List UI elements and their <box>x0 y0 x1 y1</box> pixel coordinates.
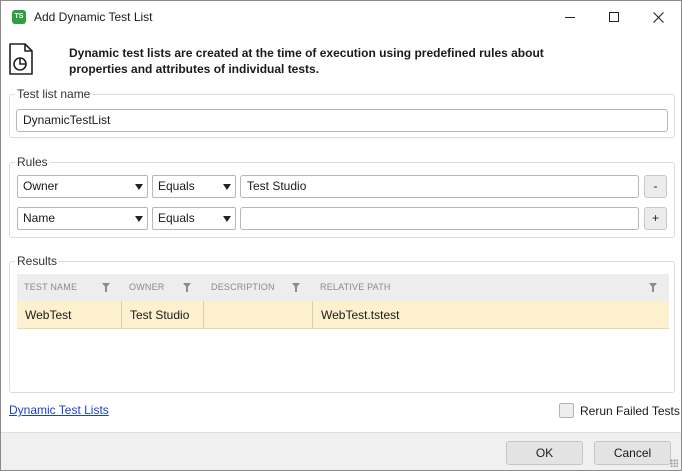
column-header-relative-path[interactable]: RELATIVE PATH <box>313 274 669 301</box>
dialog-window: TS Add Dynamic Test List Dynamic test li… <box>0 0 682 471</box>
rule-1-value-input[interactable]: Test Studio <box>240 175 639 198</box>
resize-grip-icon[interactable] <box>670 459 678 467</box>
results-group: Results TEST NAME OWNER DESCRIPTION RELA… <box>9 254 675 393</box>
filter-icon[interactable] <box>292 283 300 292</box>
window-title: Add Dynamic Test List <box>34 10 153 24</box>
dropdown-arrow-icon <box>135 184 143 190</box>
rule-2-operator-value: Equals <box>158 211 195 225</box>
test-studio-app-icon: TS <box>12 10 26 24</box>
dropdown-arrow-icon <box>223 216 231 222</box>
filter-icon[interactable] <box>183 283 191 292</box>
minimize-button[interactable] <box>547 1 593 33</box>
table-row[interactable]: WebTest Test Studio WebTest.tstest <box>17 301 669 329</box>
rules-label: Rules <box>15 155 50 169</box>
close-button[interactable] <box>635 1 681 33</box>
rule-2-value-input[interactable] <box>240 207 639 230</box>
dropdown-arrow-icon <box>223 184 231 190</box>
test-list-name-label: Test list name <box>15 87 93 101</box>
dialog-footer: OK Cancel <box>1 432 681 470</box>
close-icon <box>652 11 664 23</box>
column-header-owner[interactable]: OWNER <box>122 274 204 301</box>
rule-1-property-select[interactable]: Owner <box>17 175 148 198</box>
results-label: Results <box>15 254 60 268</box>
cell-relative-path: WebTest.tstest <box>321 308 400 322</box>
rerun-failed-tests-checkbox[interactable] <box>559 403 574 418</box>
minimize-icon <box>565 16 575 18</box>
ok-button[interactable]: OK <box>506 441 583 465</box>
test-list-name-input[interactable]: DynamicTestList <box>16 109 668 132</box>
rule-1-operator-value: Equals <box>158 179 195 193</box>
dynamic-test-lists-help-link[interactable]: Dynamic Test Lists <box>9 403 109 417</box>
rules-group: Rules Owner Equals Test Studio - Name Eq… <box>9 155 675 238</box>
rule-2-operator-select[interactable]: Equals <box>152 207 236 230</box>
maximize-button[interactable] <box>591 1 637 33</box>
cell-owner: Test Studio <box>122 301 204 329</box>
dropdown-arrow-icon <box>135 216 143 222</box>
cell-description <box>204 301 313 329</box>
rule-2-property-value: Name <box>23 211 56 225</box>
rule-2-property-select[interactable]: Name <box>17 207 148 230</box>
title-bar[interactable]: TS Add Dynamic Test List <box>1 1 681 33</box>
dialog-description: Dynamic test lists are created at the ti… <box>69 46 544 76</box>
add-rule-button[interactable]: + <box>644 207 667 230</box>
filter-icon[interactable] <box>102 283 110 292</box>
maximize-icon <box>609 12 619 22</box>
cancel-button[interactable]: Cancel <box>594 441 671 465</box>
cell-test-name: WebTest <box>17 301 122 329</box>
rule-1-property-value: Owner <box>23 179 59 193</box>
results-table-header: TEST NAME OWNER DESCRIPTION RELATIVE PAT… <box>17 274 669 301</box>
filter-icon[interactable] <box>649 283 657 292</box>
test-list-name-group: Test list name DynamicTestList <box>9 87 675 138</box>
dynamic-list-document-icon <box>9 43 33 75</box>
rerun-failed-tests-label: Rerun Failed Tests <box>580 404 680 418</box>
remove-rule-button[interactable]: - <box>644 175 667 198</box>
rule-1-operator-select[interactable]: Equals <box>152 175 236 198</box>
